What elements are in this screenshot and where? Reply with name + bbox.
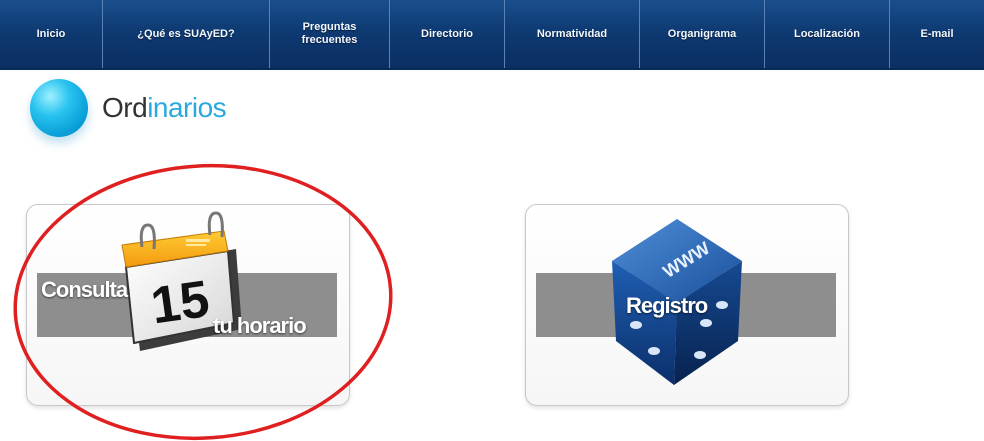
card-label-consulta: Consulta	[41, 277, 128, 302]
nav-item-label: Normatividad	[536, 27, 608, 40]
nav-item-label: Preguntas frecuentes	[301, 21, 358, 46]
nav-item-preguntas-frecuentes[interactable]: Preguntas frecuentes	[270, 0, 390, 68]
nav-item-label: ¿Qué es SUAyED?	[137, 27, 235, 40]
nav-item-label: Organigrama	[667, 27, 737, 40]
nav-item-label: Localización	[793, 27, 861, 40]
sphere-icon	[30, 79, 88, 137]
nav-item-directorio[interactable]: Directorio	[390, 0, 505, 68]
nav-item-organigrama[interactable]: Organigrama	[640, 0, 765, 68]
card-label-registro: Registro	[626, 293, 708, 318]
page-title-part1: Ord	[102, 92, 148, 123]
top-navigation: Inicio ¿Qué es SUAyED? Preguntas frecuen…	[0, 0, 984, 70]
nav-item-label: Directorio	[421, 27, 473, 40]
nav-item-normatividad[interactable]: Normatividad	[505, 0, 640, 68]
nav-item-label: E-mail	[920, 27, 954, 40]
consulta-horario-card[interactable]: 15 Consulta tu horario	[26, 204, 350, 406]
page-title: Ordinarios	[102, 92, 227, 124]
nav-item-inicio[interactable]: Inicio	[0, 0, 103, 68]
nav-item-localizacion[interactable]: Localización	[765, 0, 890, 68]
card-label-tu-horario: tu horario	[213, 313, 307, 338]
nav-item-email[interactable]: E-mail	[890, 0, 984, 68]
calendar-icon: 15	[121, 211, 242, 351]
registro-card[interactable]: WWW Registro	[525, 204, 849, 406]
section-header: Ordinarios	[30, 78, 227, 138]
calendar-day-number: 15	[147, 270, 212, 335]
nav-item-que-es-suayed[interactable]: ¿Qué es SUAyED?	[103, 0, 270, 68]
page-title-part2: inarios	[147, 92, 227, 123]
nav-item-label: Inicio	[36, 27, 66, 40]
